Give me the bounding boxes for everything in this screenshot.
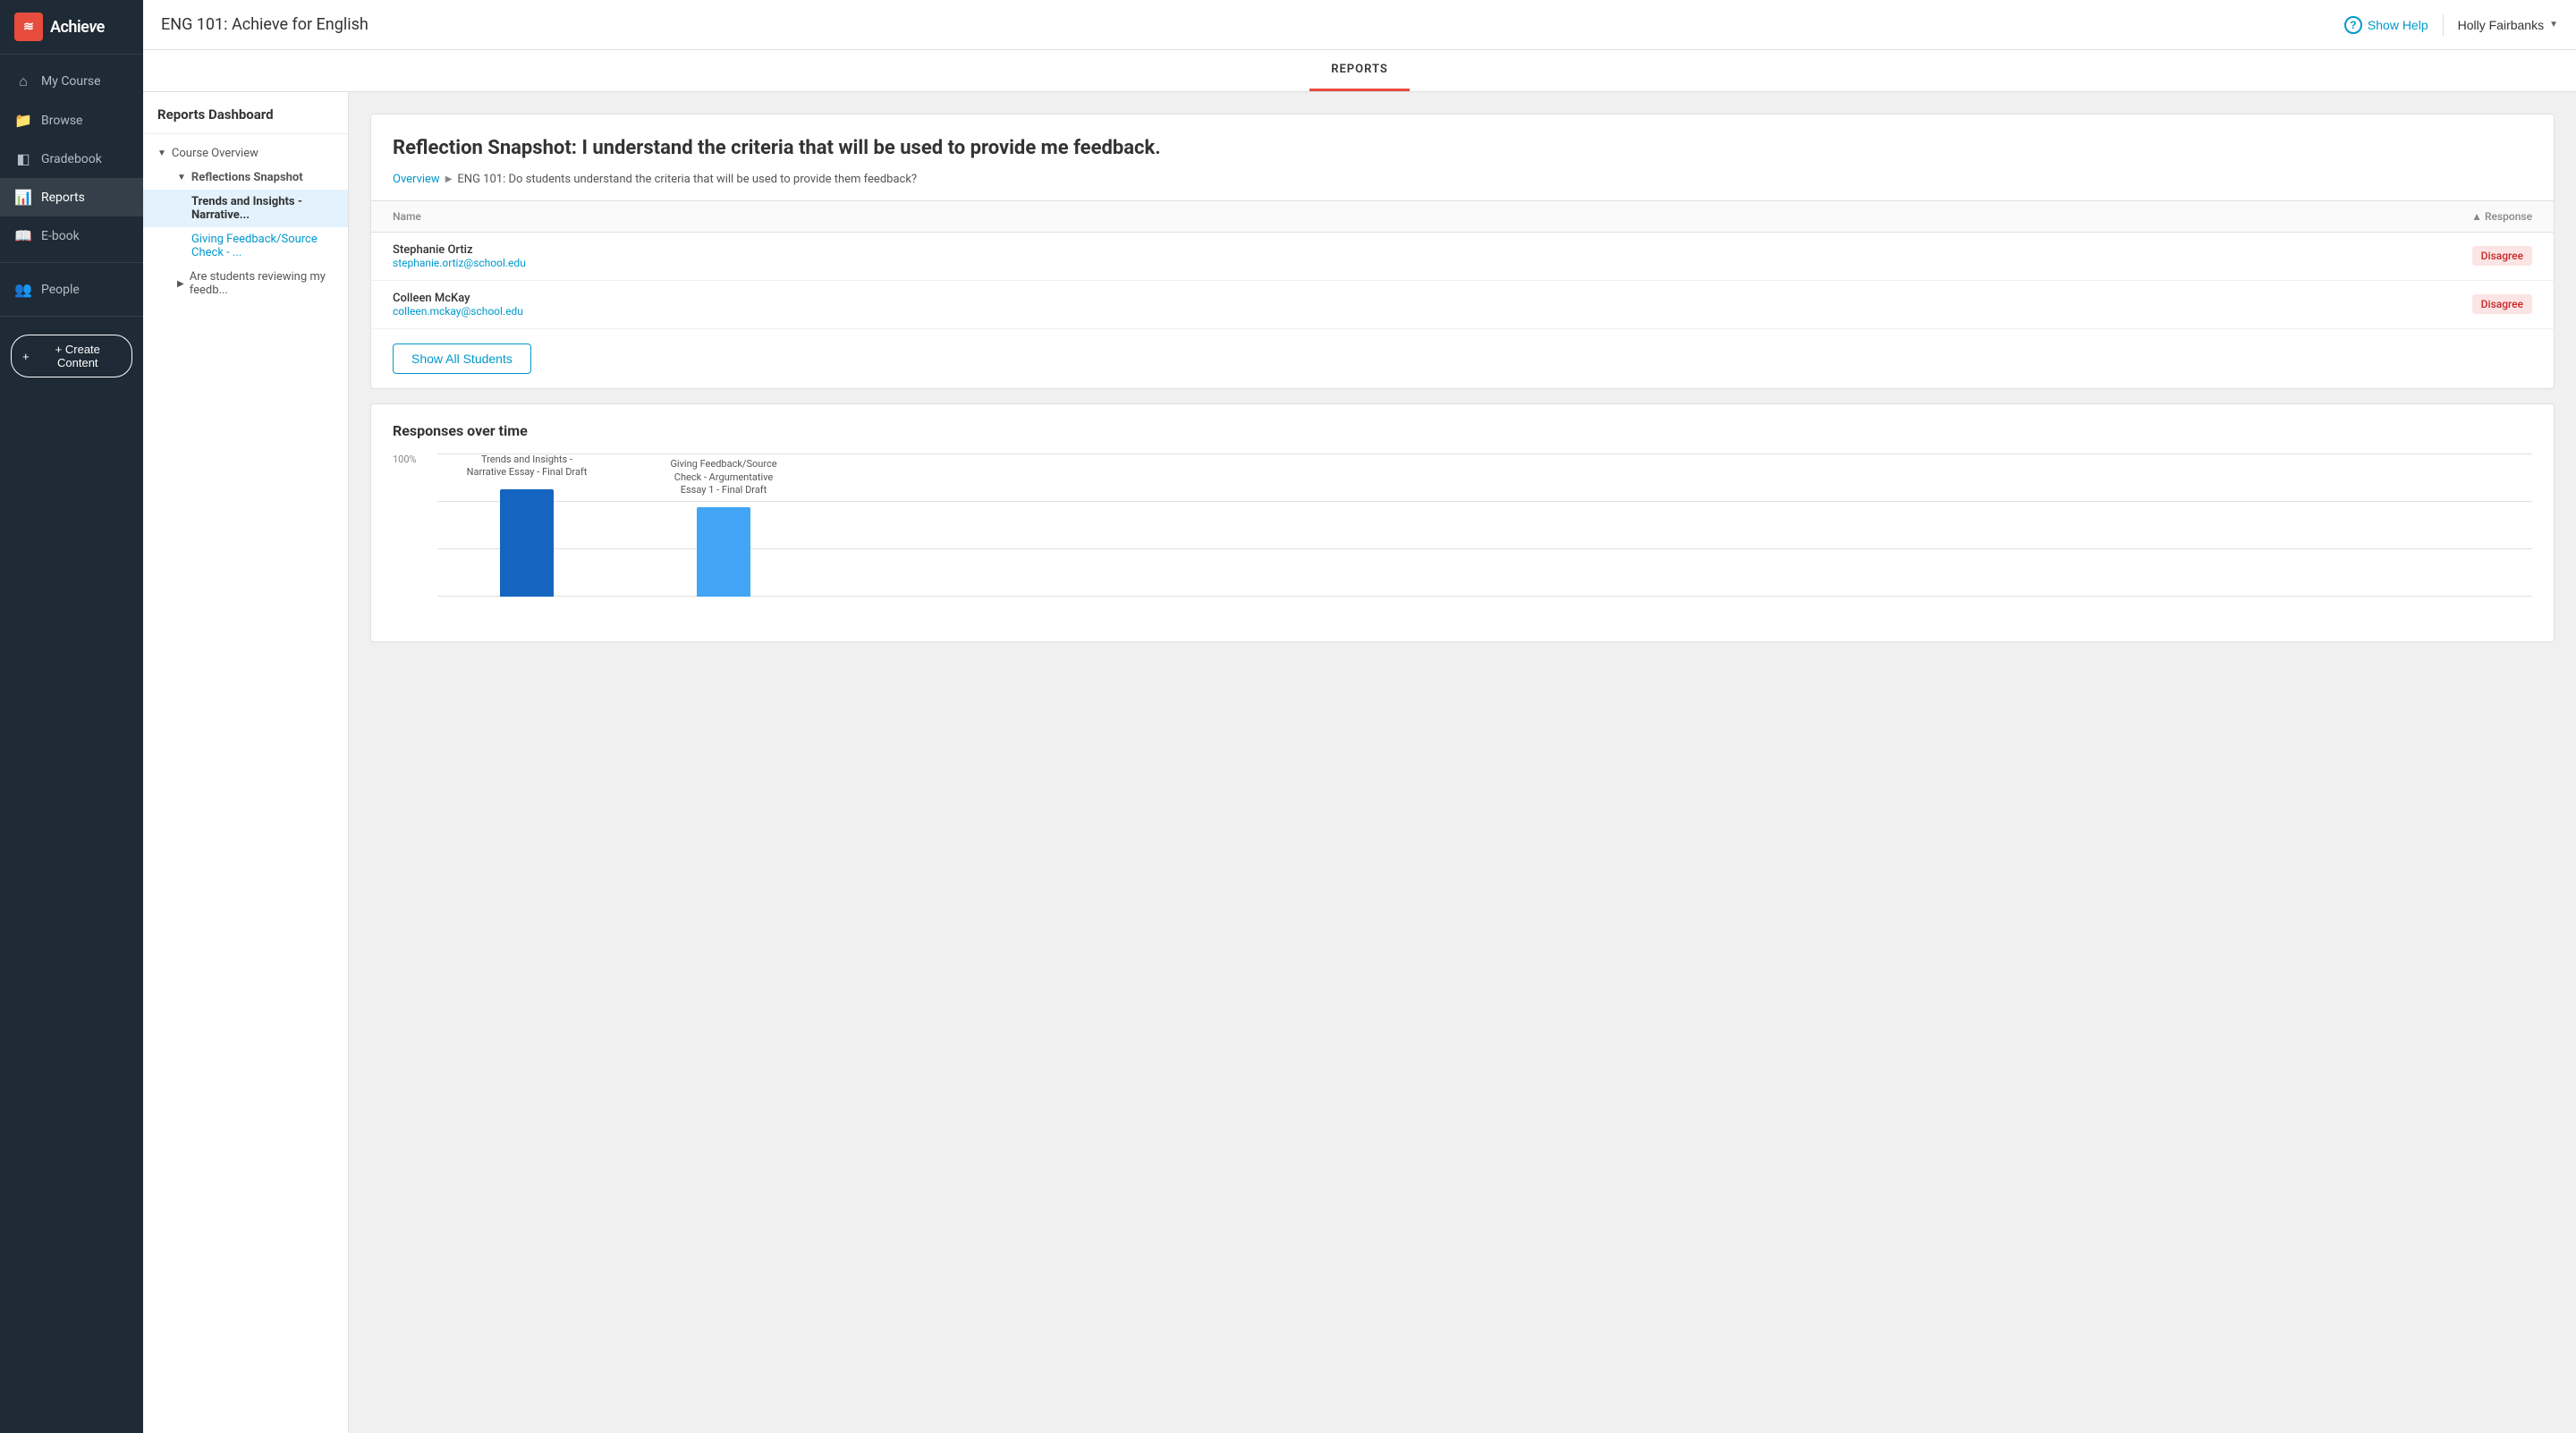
students-table: Name ▲ Response Stephanie Ortiz stephani… [371,200,2554,329]
response-badge-2: Disagree [2472,294,2532,314]
breadcrumb-overview-link[interactable]: Overview [393,173,440,186]
col-name-header: Name [371,200,1745,232]
plus-icon: + [22,350,30,363]
logo: ≋ Achieve [0,0,143,55]
browse-icon: 📁 [14,112,32,129]
user-menu-button[interactable]: Holly Fairbanks ▼ [2458,18,2558,32]
tree-reflections-snapshot[interactable]: ▼ Reflections Snapshot [143,165,348,190]
sidebar-item-gradebook[interactable]: ◧ Gradebook [0,140,143,178]
help-icon: ? [2344,16,2362,34]
giving-feedback-label: Giving Feedback/Source Check - ... [191,233,334,259]
main-report-card: Reflection Snapshot: I understand the cr… [370,114,2555,389]
chart-bars: Trends and Insights - Narrative Essay - … [446,454,2496,624]
responses-over-time-title: Responses over time [393,422,2532,439]
gradebook-icon: ◧ [14,150,32,167]
reports-tree: ▼ Course Overview ▼ Reflections Snapshot… [143,134,348,309]
sidebar-item-label: Gradebook [41,152,102,166]
responses-section: Responses over time 100% Trends and Insi… [371,404,2554,642]
expand-icon: ▶ [177,279,184,289]
tree-giving-feedback[interactable]: Giving Feedback/Source Check - ... [143,227,348,265]
logo-text: Achieve [50,18,105,37]
sidebar-item-people[interactable]: 👥 People [0,270,143,309]
tree-trends-insights[interactable]: Trends and Insights - Narrative... [143,190,348,227]
tab-bar: REPORTS [143,50,2576,92]
sidebar-item-label: E-book [41,229,80,243]
sidebar-item-reports[interactable]: 📊 Reports [0,178,143,216]
response-cell-1: Disagree [1745,232,2554,280]
student-cell-1: Stephanie Ortiz stephanie.ortiz@school.e… [371,232,1745,280]
reflections-snapshot-label: Reflections Snapshot [191,171,303,184]
student-email-1: stephanie.ortiz@school.edu [393,257,1724,269]
response-cell-2: Disagree [1745,280,2554,328]
breadcrumb-page-label: ENG 101: Do students understand the crit… [457,173,917,186]
logo-icon: ≋ [14,13,43,41]
tree-are-students[interactable]: ▶ Are students reviewing my feedb... [143,265,348,302]
create-content-button[interactable]: + + Create Content [11,335,132,377]
reports-icon: 📊 [14,189,32,206]
sidebar-item-label: Browse [41,114,82,128]
are-students-label: Are students reviewing my feedb... [190,270,334,297]
table-row: Stephanie Ortiz stephanie.ortiz@school.e… [371,232,2554,280]
sidebar-nav: ⌂ My Course 📁 Browse ◧ Gradebook 📊 Repor… [0,55,143,1433]
reports-sidebar: Reports Dashboard ▼ Course Overview ▼ Re… [143,92,349,1433]
student-email-2: colleen.mckay@school.edu [393,305,1724,318]
sidebar-item-my-course[interactable]: ⌂ My Course [0,62,143,101]
chevron-down-icon: ▼ [2549,20,2558,30]
home-icon: ⌂ [14,72,32,90]
create-content-label: + Create Content [35,343,121,369]
report-main-content: Reflection Snapshot: I understand the cr… [349,92,2576,1433]
student-name-2: Colleen McKay [393,292,470,305]
sidebar-item-browse[interactable]: 📁 Browse [0,101,143,140]
bar-label-1: Trends and Insights - Narrative Essay - … [464,454,589,479]
chart-area: 100% Trends and Insights - Narrative Ess… [393,454,2532,624]
user-name: Holly Fairbanks [2458,18,2544,32]
sidebar-item-ebook[interactable]: 📖 E-book [0,216,143,255]
report-heading: Reflection Snapshot: I understand the cr… [371,114,2554,173]
show-all-students-button[interactable]: Show All Students [393,343,531,374]
bar-label-2: Giving Feedback/Source Check - Argumenta… [661,458,786,496]
main-area: ENG 101: Achieve for English ? Show Help… [143,0,2576,1433]
show-all-row: Show All Students [371,329,2554,388]
responses-over-time-card: Responses over time 100% Trends and Insi… [370,403,2555,643]
tab-reports-label: REPORTS [1331,63,1388,76]
sidebar-item-label: My Course [41,74,101,89]
chart-y-label: 100% [393,454,417,465]
show-help-button[interactable]: ? Show Help [2344,16,2428,34]
sidebar-item-label: Reports [41,191,85,205]
tree-course-overview[interactable]: ▼ Course Overview [143,141,348,165]
bar-group-1: Trends and Insights - Narrative Essay - … [464,454,589,598]
sidebar: ≋ Achieve ⌂ My Course 📁 Browse ◧ Gradebo… [0,0,143,1433]
content-area: Reports Dashboard ▼ Course Overview ▼ Re… [143,92,2576,1433]
breadcrumb: Overview ▶ ENG 101: Do students understa… [371,173,2554,200]
student-name-1: Stephanie Ortiz [393,243,473,257]
course-overview-label: Course Overview [172,147,258,160]
header-right: ? Show Help Holly Fairbanks ▼ [2344,14,2558,36]
bar-2 [697,507,750,597]
top-header: ENG 101: Achieve for English ? Show Help… [143,0,2576,50]
tab-reports[interactable]: REPORTS [1309,50,1410,91]
col-response-header[interactable]: ▲ Response [1745,200,2554,232]
student-cell-2: Colleen McKay colleen.mckay@school.edu [371,280,1745,328]
nav-divider-2 [0,316,143,317]
nav-divider [0,262,143,263]
collapse-icon: ▼ [157,148,166,158]
breadcrumb-separator: ▶ [445,174,453,184]
show-help-label: Show Help [2368,18,2428,32]
table-row: Colleen McKay colleen.mckay@school.edu D… [371,280,2554,328]
ebook-icon: 📖 [14,227,32,244]
people-icon: 👥 [14,281,32,298]
bar-group-2: Giving Feedback/Source Check - Argumenta… [661,458,786,597]
collapse-icon-2: ▼ [177,173,186,182]
bar-1 [500,489,554,597]
sidebar-item-label: People [41,283,80,297]
header-divider [2443,14,2444,36]
reports-dashboard-title: Reports Dashboard [143,106,348,134]
page-title: ENG 101: Achieve for English [161,15,369,34]
response-badge-1: Disagree [2472,246,2532,266]
trends-insights-label: Trends and Insights - Narrative... [191,195,334,222]
